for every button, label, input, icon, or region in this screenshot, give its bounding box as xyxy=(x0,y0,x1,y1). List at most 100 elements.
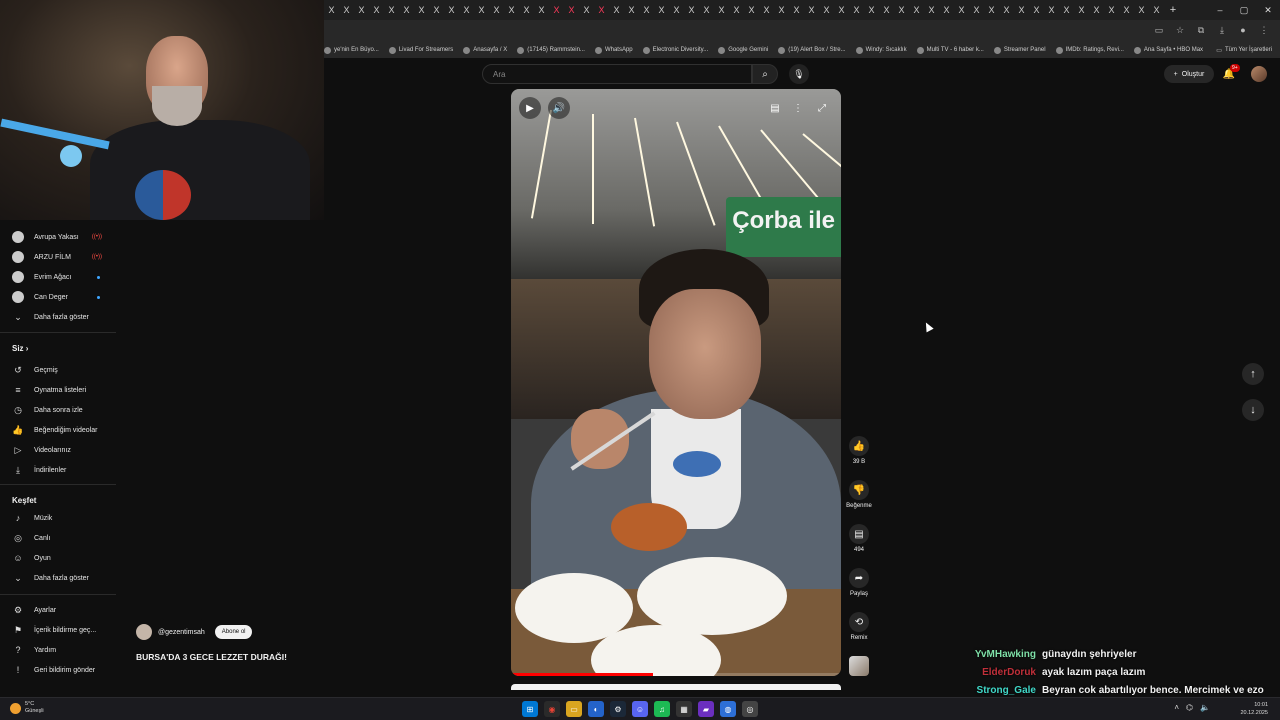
browser-tab[interactable]: X xyxy=(804,0,819,20)
sound-thumbnail[interactable] xyxy=(849,656,869,676)
video-progress-bar[interactable] xyxy=(511,673,841,676)
sidebar-item[interactable]: ⌄ Daha fazla göster xyxy=(12,311,116,323)
remix-button[interactable]: ⟲ xyxy=(849,612,869,632)
tab-close-icon[interactable]: X xyxy=(673,5,679,15)
tab-close-icon[interactable]: X xyxy=(958,5,964,15)
browser-tab[interactable]: X xyxy=(1134,0,1149,20)
browser-tab[interactable]: X xyxy=(489,0,504,20)
browser-tab[interactable]: X xyxy=(684,0,699,20)
browser-tab[interactable]: X xyxy=(399,0,414,20)
bookmark-item[interactable]: ye'nin En Büyo... xyxy=(324,46,379,54)
sidebar-item[interactable]: ARZU FİLM ((•)) xyxy=(12,251,116,263)
browser-tab[interactable]: X xyxy=(759,0,774,20)
browser-menu-icon[interactable]: ⋮ xyxy=(1258,24,1270,36)
tab-close-icon[interactable]: X xyxy=(1048,5,1054,15)
tab-close-icon[interactable]: X xyxy=(628,5,634,15)
tab-close-icon[interactable]: X xyxy=(1078,5,1084,15)
bookmark-item[interactable]: IMDb: Ratings, Revi... xyxy=(1055,46,1124,54)
browser-tab[interactable]: X xyxy=(744,0,759,20)
channel-avatar[interactable] xyxy=(136,624,152,640)
browser-tab[interactable]: X xyxy=(639,0,654,20)
browser-tab[interactable]: X xyxy=(339,0,354,20)
tab-close-icon[interactable]: X xyxy=(1018,5,1024,15)
tab-close-icon[interactable]: X xyxy=(403,5,409,15)
browser-tab[interactable]: X xyxy=(429,0,444,20)
tab-close-icon[interactable]: X xyxy=(688,5,694,15)
browser-tab[interactable]: X xyxy=(1104,0,1119,20)
browser-tab[interactable]: X xyxy=(414,0,429,20)
account-avatar[interactable] xyxy=(1251,66,1267,82)
sidebar-heading-you[interactable]: Siz › xyxy=(12,344,28,353)
app-icon[interactable]: ▰ xyxy=(698,701,714,717)
sidebar-item[interactable]: ? Yardım xyxy=(12,644,116,656)
tab-close-icon[interactable]: X xyxy=(853,5,859,15)
previous-short-button[interactable]: ↑ xyxy=(1242,363,1264,385)
bookmark-star-icon[interactable]: ☆ xyxy=(1174,24,1186,36)
tab-close-icon[interactable]: X xyxy=(703,5,709,15)
browser-tab[interactable]: X xyxy=(369,0,384,20)
search-input[interactable]: Ara xyxy=(482,64,752,84)
tab-close-icon[interactable]: X xyxy=(613,5,619,15)
tab-close-icon[interactable]: X xyxy=(523,5,529,15)
browser-tab[interactable]: X xyxy=(669,0,684,20)
fullscreen-button[interactable]: ⤢ xyxy=(811,97,833,119)
browser-tab[interactable]: X xyxy=(714,0,729,20)
tab-close-icon[interactable]: X xyxy=(778,5,784,15)
browser-tab[interactable]: X xyxy=(654,0,669,20)
browser-tab[interactable]: X xyxy=(1074,0,1089,20)
calculator-icon[interactable]: ▦ xyxy=(676,701,692,717)
browser-tab[interactable]: X xyxy=(444,0,459,20)
browser-tab[interactable]: X xyxy=(1119,0,1134,20)
tab-close-icon[interactable]: X xyxy=(373,5,379,15)
bookmark-item[interactable]: Livad For Streamers xyxy=(388,46,453,54)
tab-close-icon[interactable]: X xyxy=(913,5,919,15)
browser-tab[interactable]: X xyxy=(924,0,939,20)
tab-close-icon[interactable]: X xyxy=(418,5,424,15)
tab-close-icon[interactable]: X xyxy=(643,5,649,15)
tab-close-icon[interactable]: X xyxy=(553,5,559,15)
sidebar-item[interactable]: Can Deger xyxy=(12,291,116,303)
like-button[interactable]: 👍 xyxy=(849,436,869,456)
system-clock[interactable]: 10:01 20.12.2025 xyxy=(1240,701,1268,717)
more-options-button[interactable]: ⋮ xyxy=(787,97,809,119)
tab-close-icon[interactable]: X xyxy=(928,5,934,15)
tab-close-icon[interactable]: X xyxy=(1123,5,1129,15)
minimize-icon[interactable]: – xyxy=(1208,0,1232,20)
comments-button[interactable]: ▤ xyxy=(849,524,869,544)
share-action[interactable]: ➦ Paylaş xyxy=(842,568,876,597)
browser-tab[interactable]: X xyxy=(969,0,984,20)
browser-app-icon[interactable]: ◍ xyxy=(720,701,736,717)
tab-close-icon[interactable]: X xyxy=(508,5,514,15)
sidebar-item[interactable]: 👍 Beğendiğim videolar xyxy=(12,424,116,436)
browser-tab[interactable]: X xyxy=(1149,0,1164,20)
sidebar-item[interactable]: Evrim Ağacı xyxy=(12,271,116,283)
browser-tab[interactable]: X xyxy=(474,0,489,20)
bookmark-item[interactable]: Windy: Sıcaklık xyxy=(855,46,907,54)
browser-tab[interactable]: X xyxy=(984,0,999,20)
browser-tab[interactable]: X xyxy=(1059,0,1074,20)
browser-tab[interactable]: X xyxy=(1029,0,1044,20)
browser-tab[interactable]: X xyxy=(954,0,969,20)
sidebar-item[interactable]: ⚙ Ayarlar xyxy=(12,604,116,616)
network-icon[interactable]: ⌬ xyxy=(1186,703,1193,712)
tab-close-icon[interactable]: X xyxy=(478,5,484,15)
sidebar-item[interactable]: ! Geri bildirim gönder xyxy=(12,664,116,676)
tab-close-icon[interactable]: X xyxy=(808,5,814,15)
remix-action[interactable]: ⟲ Remix xyxy=(842,612,876,641)
tab-close-icon[interactable]: X xyxy=(793,5,799,15)
sidebar-item[interactable]: ◎ Canlı xyxy=(12,532,116,544)
tab-close-icon[interactable]: X xyxy=(823,5,829,15)
sidebar-item[interactable]: ≡ Oynatma listeleri xyxy=(12,384,116,396)
browser-tab[interactable]: X xyxy=(894,0,909,20)
new-tab-button[interactable]: + xyxy=(1164,4,1182,16)
browser-tab[interactable]: X xyxy=(324,0,339,20)
browser-tab[interactable]: X xyxy=(1089,0,1104,20)
like-action[interactable]: 👍 39 B xyxy=(842,436,876,465)
browser-tab[interactable]: X xyxy=(909,0,924,20)
bookmark-item[interactable]: Multi TV - 6 haber k... xyxy=(916,46,984,54)
captions-button[interactable]: ▤ xyxy=(764,97,786,119)
browser-tab[interactable]: X xyxy=(1044,0,1059,20)
bookmark-item[interactable]: Google Gemini xyxy=(718,46,768,54)
tab-close-icon[interactable]: X xyxy=(583,5,589,15)
browser-tab[interactable]: X xyxy=(504,0,519,20)
